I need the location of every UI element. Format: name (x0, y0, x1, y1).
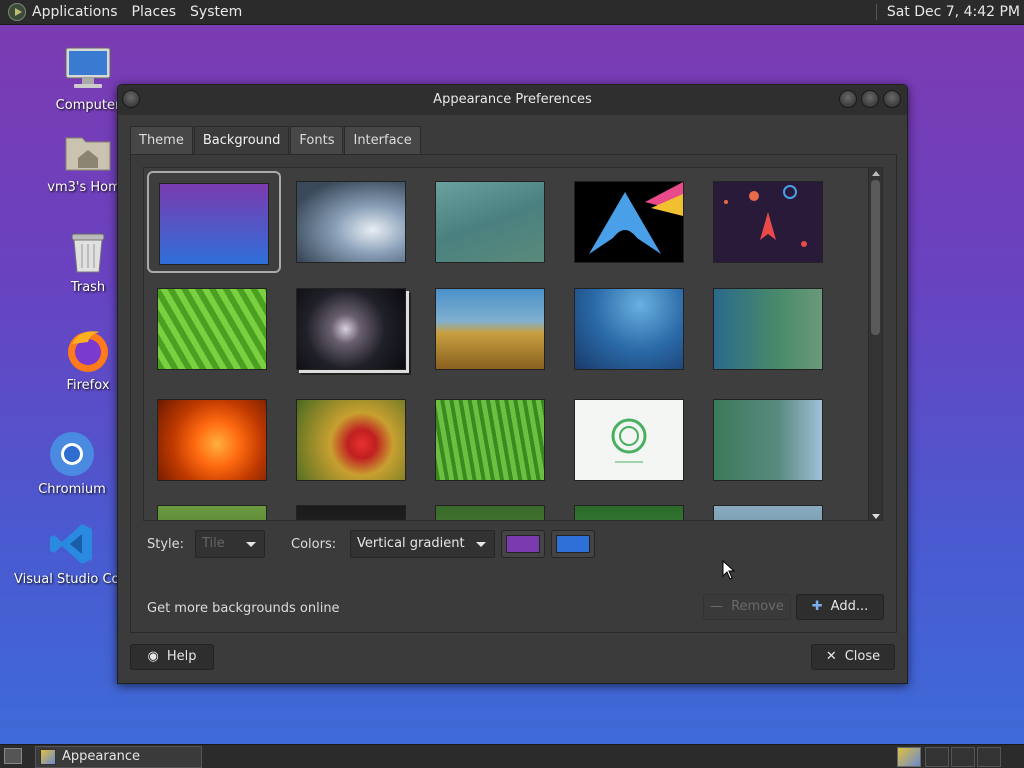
wallpaper-thumb[interactable] (296, 399, 406, 481)
workspace-3[interactable] (951, 747, 975, 767)
background-tab-panel: Style: Tile Colors: Vertical gradient Ge… (130, 154, 897, 633)
secondary-color-swatch (556, 535, 590, 553)
minus-icon: — (710, 599, 724, 614)
help-label: Help (166, 649, 197, 664)
window-title: Appearance Preferences (433, 92, 592, 107)
trash-icon (64, 228, 112, 276)
desktop-icon-chromium[interactable]: Chromium (12, 430, 132, 497)
desktop-icon-label: Chromium (38, 482, 106, 497)
add-button[interactable]: ✚ Add... (796, 594, 884, 620)
wallpaper-preview (159, 183, 269, 265)
wallpaper-thumb[interactable] (435, 399, 545, 481)
bottom-taskbar: Appearance Prefere... (0, 744, 1024, 768)
remove-button[interactable]: — Remove (703, 594, 791, 620)
workspace-4[interactable] (977, 747, 1001, 767)
workspace-switcher-icon[interactable] (897, 747, 921, 767)
secondary-color-button[interactable] (551, 530, 595, 558)
maximize-icon[interactable] (861, 90, 879, 108)
wallpaper-thumb[interactable] (435, 181, 545, 263)
wallpaper-thumb[interactable] (574, 288, 684, 370)
wallpaper-thumb[interactable] (574, 181, 684, 263)
wallpaper-thumb[interactable] (296, 288, 406, 370)
chromium-icon (48, 430, 96, 478)
style-label: Style: (147, 537, 185, 552)
appearance-app-icon (40, 749, 56, 765)
clock[interactable]: Sat Dec 7, 4:42 PM (875, 4, 1020, 20)
chevron-down-icon (246, 542, 256, 547)
remove-label: Remove (731, 599, 784, 614)
workspace-2[interactable] (925, 747, 949, 767)
top-panel: Applications Places System Sat Dec 7, 4:… (0, 0, 1024, 25)
colors-label: Colors: (291, 537, 337, 552)
wallpaper-thumb[interactable] (574, 505, 684, 520)
tab-interface[interactable]: Interface (344, 126, 421, 154)
computer-icon (64, 46, 112, 94)
colors-dropdown[interactable]: Vertical gradient (350, 530, 495, 558)
taskbar-window-button[interactable]: Appearance Prefere... (35, 746, 202, 768)
firefox-icon (64, 326, 112, 374)
chevron-down-icon (476, 542, 486, 547)
wallpaper-thumb[interactable] (435, 505, 545, 520)
main-menu-logo-icon[interactable] (8, 3, 26, 21)
primary-color-button[interactable] (501, 530, 545, 558)
vscode-icon (48, 520, 96, 568)
close-label: Close (844, 649, 881, 664)
wallpaper-scrollbar[interactable] (868, 168, 882, 520)
tab-theme[interactable]: Theme (130, 126, 193, 154)
tab-background[interactable]: Background (193, 126, 290, 156)
wallpaper-thumb[interactable] (574, 399, 684, 481)
scrollbar-thumb[interactable] (871, 180, 880, 335)
menu-places[interactable]: Places (132, 4, 177, 20)
desktop-icon-label: Visual Studio Code (14, 572, 130, 587)
style-value: Tile (202, 536, 225, 551)
appearance-preferences-window: Appearance Preferences Theme Background … (117, 84, 908, 684)
wallpaper-thumb[interactable] (157, 505, 267, 520)
close-window-icon[interactable] (883, 90, 901, 108)
wallpaper-thumb[interactable] (157, 288, 267, 370)
wallpaper-thumb[interactable] (157, 399, 267, 481)
menu-system[interactable]: System (190, 4, 242, 20)
mouse-cursor-icon (722, 559, 736, 584)
wallpaper-thumb[interactable] (713, 399, 823, 481)
taskbar-window-label: Appearance Prefere... (62, 749, 141, 764)
help-icon: ◉ (147, 649, 159, 664)
colors-value: Vertical gradient (357, 536, 465, 551)
desktop-icon-vscode[interactable]: Visual Studio Code (14, 520, 130, 587)
scroll-up-icon[interactable] (872, 171, 880, 176)
tab-bar: Theme Background Fonts Interface (130, 126, 422, 156)
menu-applications[interactable]: Applications (32, 4, 118, 20)
wallpaper-thumb-selected[interactable] (147, 171, 281, 273)
minimize-icon[interactable] (839, 90, 857, 108)
help-button[interactable]: ◉ Help (130, 644, 214, 670)
wallpaper-thumb[interactable] (713, 181, 823, 263)
wallpaper-grid (143, 167, 883, 521)
scroll-down-icon[interactable] (872, 514, 880, 519)
primary-color-swatch (506, 535, 540, 553)
home-folder-icon (64, 128, 112, 176)
wallpaper-thumb[interactable] (713, 505, 823, 520)
close-button[interactable]: ✕ Close (811, 644, 895, 670)
wallpaper-thumb[interactable] (435, 288, 545, 370)
get-more-backgrounds-link[interactable]: Get more backgrounds online (147, 601, 340, 616)
window-titlebar[interactable]: Appearance Preferences (118, 85, 907, 115)
plus-icon: ✚ (811, 599, 823, 614)
close-icon: ✕ (825, 649, 837, 664)
add-label: Add... (830, 599, 869, 614)
wallpaper-thumb[interactable] (296, 181, 406, 263)
show-desktop-icon[interactable] (4, 748, 22, 764)
style-dropdown[interactable]: Tile (195, 530, 265, 558)
wallpaper-thumb[interactable] (296, 505, 406, 520)
wallpaper-thumb[interactable] (713, 288, 823, 370)
tab-fonts[interactable]: Fonts (290, 126, 344, 154)
